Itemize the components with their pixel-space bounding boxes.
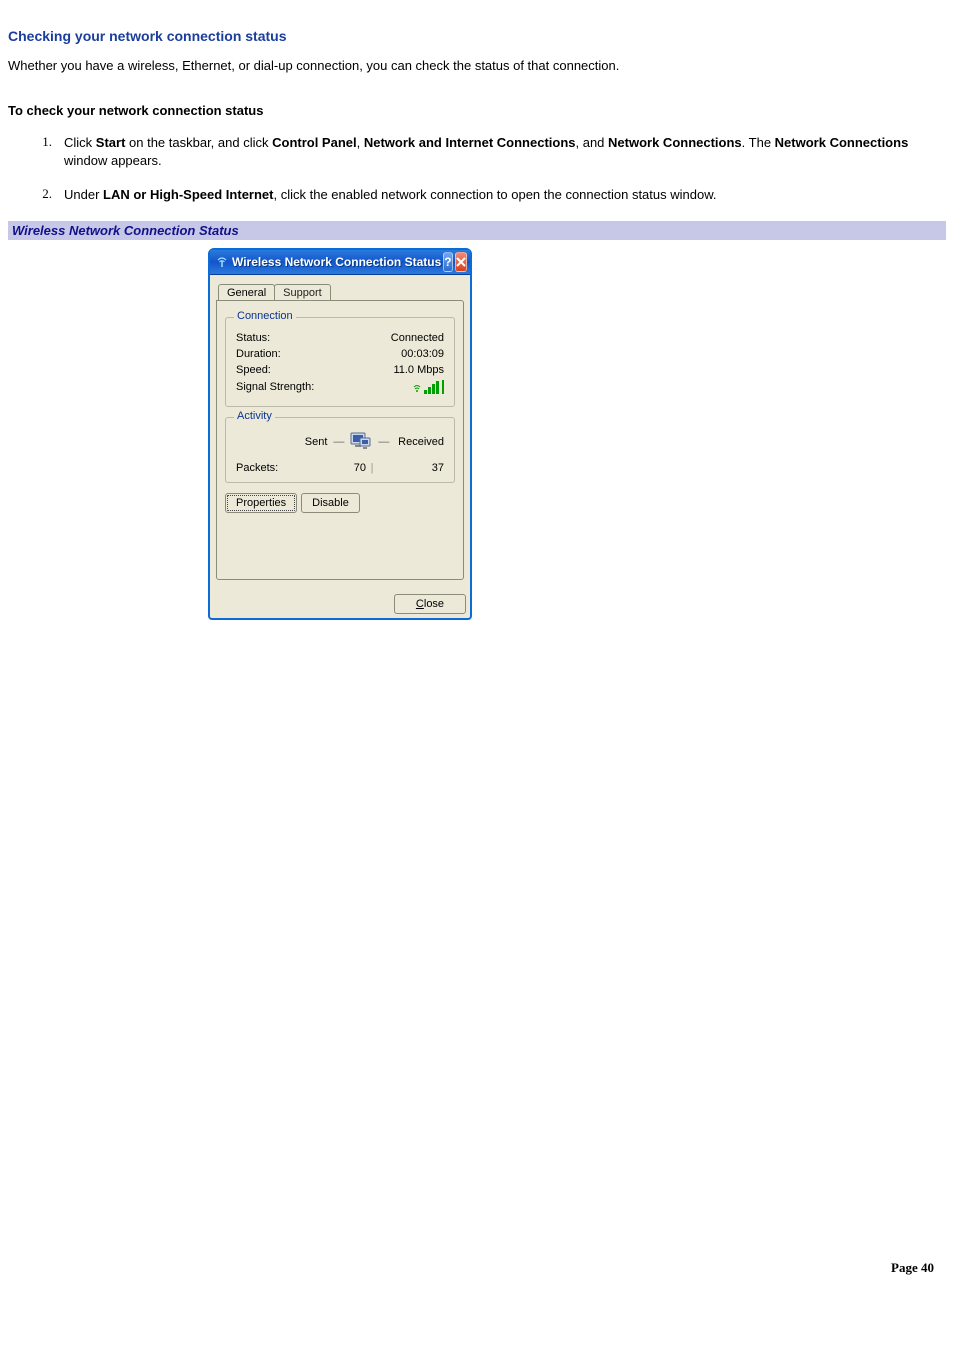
intro-paragraph: Whether you have a wireless, Ethernet, o… <box>8 58 946 73</box>
tab-strip: General Support <box>218 283 464 300</box>
button-row: Properties Disable <box>225 493 455 513</box>
received-label: Received <box>398 436 444 448</box>
activity-group: Activity Sent — <box>225 417 455 483</box>
packets-received: 37 <box>378 462 444 474</box>
speed-row: Speed: 11.0 Mbps <box>236 364 444 376</box>
packets-sent: 70 <box>306 462 366 474</box>
titlebar-text: Wireless Network Connection Status <box>232 255 441 269</box>
step-text: Click Start on the taskbar, and click Co… <box>64 134 946 170</box>
titlebar: Wireless Network Connection Status ? <box>210 250 470 275</box>
close-icon[interactable] <box>455 252 467 272</box>
document-page: Checking your network connection status … <box>0 0 954 1284</box>
packets-row: Packets: 70 | 37 <box>236 462 444 474</box>
signal-label: Signal Strength: <box>236 381 314 393</box>
status-row: Status: Connected <box>236 332 444 344</box>
dialog-client: General Support Connection Status: Conne… <box>210 275 470 586</box>
step-number: 2. <box>8 186 64 202</box>
status-label: Status: <box>236 332 270 344</box>
step-2: 2. Under LAN or High-Speed Internet, cli… <box>8 186 946 204</box>
page-heading: Checking your network connection status <box>8 28 946 44</box>
network-activity-icon <box>350 432 372 452</box>
step-number: 1. <box>8 134 64 150</box>
duration-row: Duration: 00:03:09 <box>236 348 444 360</box>
disable-button[interactable]: Disable <box>301 493 360 513</box>
wireless-icon <box>216 255 228 269</box>
step-text: Under LAN or High-Speed Internet, click … <box>64 186 946 204</box>
properties-button[interactable]: Properties <box>225 493 297 513</box>
dialog-figure: Wireless Network Connection Status ? Gen… <box>8 248 946 620</box>
connection-group: Connection Status: Connected Duration: 0… <box>225 317 455 407</box>
tab-panel-general: Connection Status: Connected Duration: 0… <box>216 300 464 580</box>
tab-support[interactable]: Support <box>274 284 331 301</box>
speed-value: 11.0 Mbps <box>393 364 444 376</box>
sent-label: Sent <box>305 436 328 448</box>
steps-list: 1. Click Start on the taskbar, and click… <box>8 134 946 205</box>
signal-strength-icon <box>413 380 444 394</box>
tab-general[interactable]: General <box>218 284 275 301</box>
connection-status-dialog: Wireless Network Connection Status ? Gen… <box>208 248 472 620</box>
duration-value: 00:03:09 <box>401 348 444 360</box>
signal-row: Signal Strength: <box>236 380 444 394</box>
step-1: 1. Click Start on the taskbar, and click… <box>8 134 946 170</box>
dash-left: — <box>333 436 344 448</box>
packets-separator: | <box>366 462 378 474</box>
figure-caption-band: Wireless Network Connection Status <box>8 221 946 240</box>
activity-header: Sent — <box>236 432 444 452</box>
dash-right: — <box>378 436 389 448</box>
close-button[interactable]: Close <box>394 594 466 614</box>
help-button[interactable]: ? <box>443 252 452 272</box>
activity-legend: Activity <box>234 410 275 422</box>
connection-legend: Connection <box>234 310 296 322</box>
procedure-heading: To check your network connection status <box>8 103 946 118</box>
speed-label: Speed: <box>236 364 271 376</box>
dialog-footer: Close <box>210 586 470 618</box>
packets-label: Packets: <box>236 462 306 474</box>
page-number: Page 40 <box>8 1260 946 1276</box>
duration-label: Duration: <box>236 348 281 360</box>
status-value: Connected <box>391 332 444 344</box>
